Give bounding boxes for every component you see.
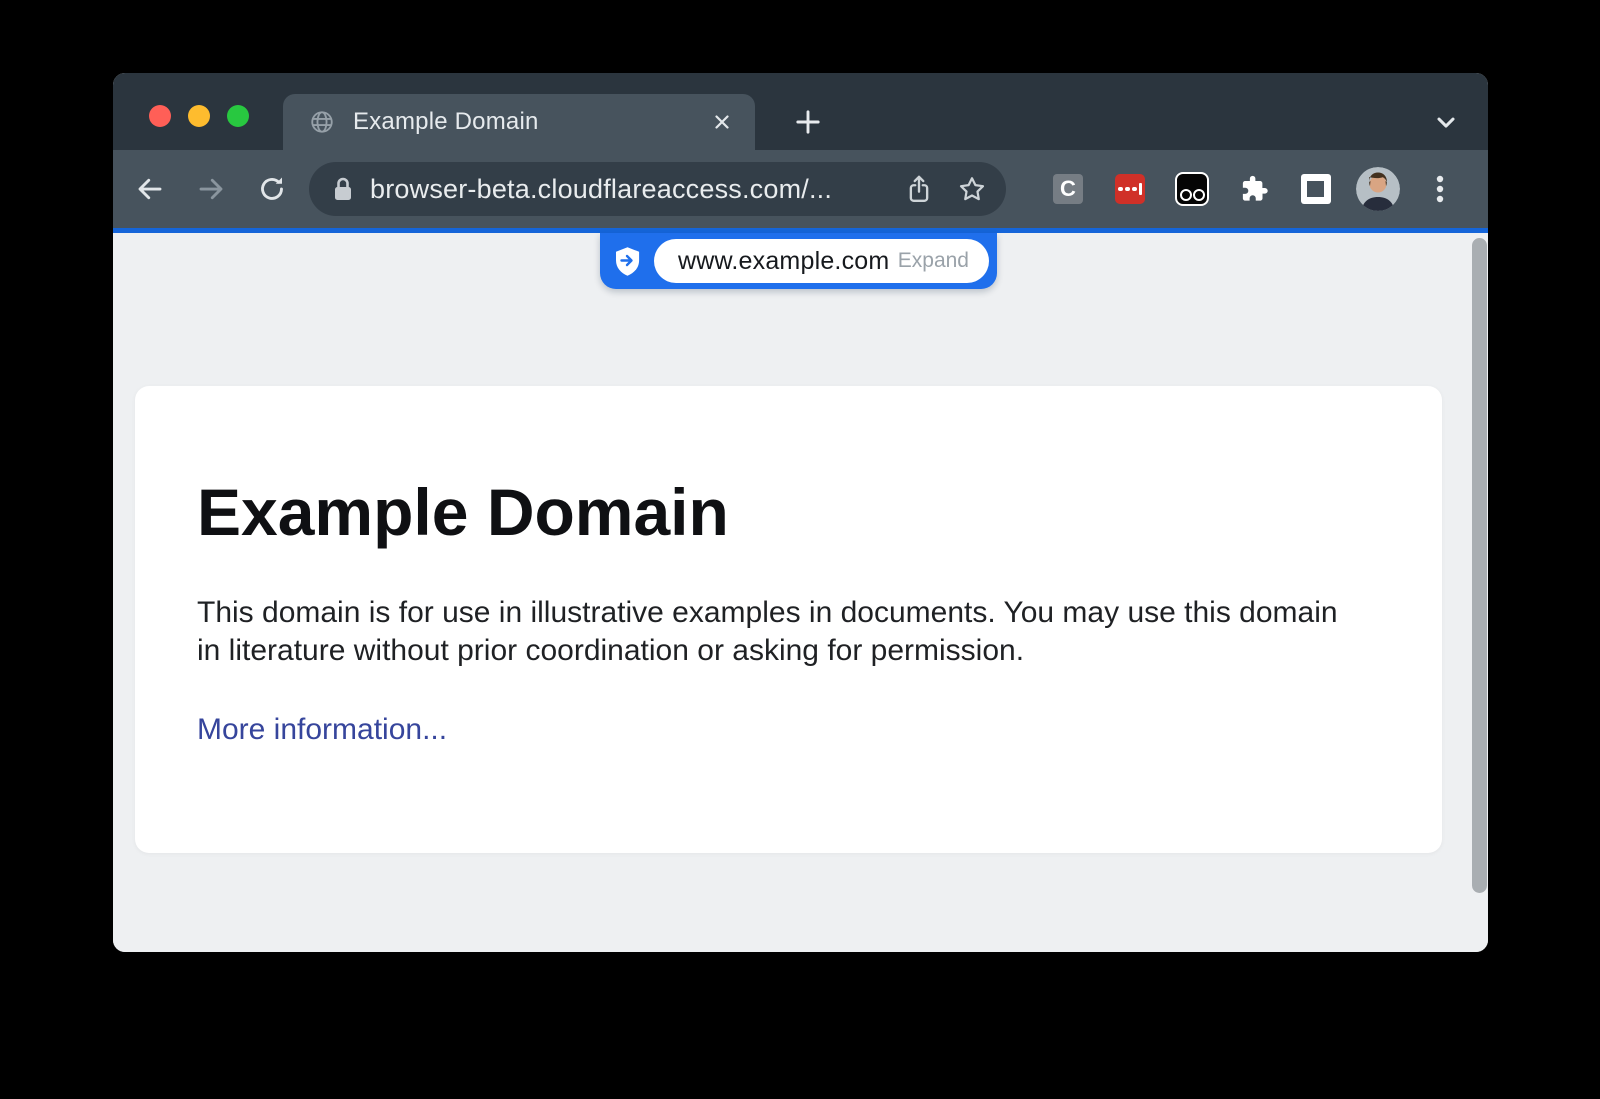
url-text[interactable]: browser-beta.cloudflareaccess.com/... — [370, 174, 880, 205]
isolated-domain-text: www.example.com — [678, 247, 889, 276]
address-bar[interactable]: browser-beta.cloudflareaccess.com/... — [309, 162, 1006, 216]
profile-avatar[interactable] — [1347, 161, 1409, 217]
isolation-banner: www.example.com Expand — [600, 233, 997, 289]
camera-lens-extension-icon[interactable] — [1161, 161, 1223, 217]
tab-title: Example Domain — [353, 108, 711, 136]
share-icon[interactable] — [906, 174, 932, 204]
expand-button[interactable]: Expand — [898, 249, 969, 273]
minimize-window-button[interactable] — [188, 105, 210, 127]
isolated-domain-pill[interactable]: www.example.com Expand — [654, 239, 989, 283]
reload-button[interactable] — [249, 166, 295, 212]
tab-strip: Example Domain — [113, 73, 1488, 150]
tab-search-chevron-icon[interactable] — [1418, 94, 1474, 150]
extensions-puzzle-icon[interactable] — [1223, 161, 1285, 217]
page-body-text: This domain is for use in illustrative e… — [197, 594, 1349, 671]
close-window-button[interactable] — [149, 105, 171, 127]
close-tab-icon[interactable] — [711, 111, 733, 133]
side-panel-icon[interactable] — [1285, 161, 1347, 217]
new-tab-button[interactable] — [780, 94, 836, 150]
page-viewport: www.example.com Expand Example Domain Th… — [113, 233, 1488, 952]
password-manager-extension-icon[interactable] — [1099, 161, 1161, 217]
shield-arrow-icon — [614, 246, 641, 277]
bookmark-star-icon[interactable] — [958, 175, 986, 203]
more-information-link[interactable]: More information... — [197, 713, 447, 747]
maximize-window-button[interactable] — [227, 105, 249, 127]
browser-menu-icon[interactable] — [1409, 161, 1471, 217]
globe-favicon-icon — [309, 109, 335, 135]
example-domain-card: Example Domain This domain is for use in… — [135, 386, 1442, 853]
browser-toolbar: browser-beta.cloudflareaccess.com/... C — [113, 150, 1488, 228]
forward-button[interactable] — [188, 166, 234, 212]
page-title: Example Domain — [197, 476, 1380, 550]
traffic-lights — [149, 105, 249, 127]
extension-c-icon[interactable]: C — [1037, 161, 1099, 217]
vertical-scrollbar-thumb[interactable] — [1472, 238, 1487, 893]
browser-window: Example Domain — [113, 73, 1488, 952]
lock-icon — [333, 176, 353, 202]
back-button[interactable] — [127, 166, 173, 212]
tab-example-domain[interactable]: Example Domain — [283, 94, 755, 150]
extensions-area: C — [1037, 161, 1471, 217]
